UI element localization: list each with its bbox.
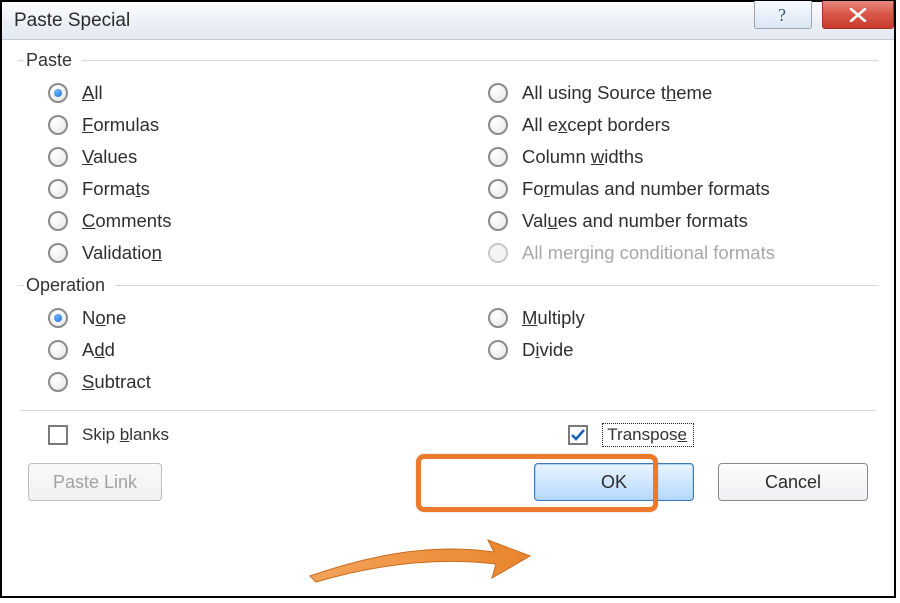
dialog-title: Paste Special (14, 10, 130, 32)
radio-label: Multiply (522, 309, 585, 328)
radio-label: Formulas (82, 116, 159, 135)
radio-icon (488, 211, 508, 231)
help-button[interactable]: ? (754, 1, 812, 29)
radio-values-numfmt[interactable]: Values and number formats (458, 205, 878, 237)
radio-icon (488, 179, 508, 199)
paste-legend: Paste (24, 50, 82, 71)
radio-label: Add (82, 341, 115, 360)
radio-label: Values and number formats (522, 212, 748, 231)
radio-label: All merging conditional formats (522, 244, 775, 263)
radio-icon (488, 243, 508, 263)
cancel-button[interactable]: Cancel (718, 463, 868, 501)
paste-group: Paste All Formulas Values Formats Comments Va… (18, 50, 878, 273)
radio-label: Column widths (522, 148, 643, 167)
radio-icon (488, 147, 508, 167)
radio-subtract[interactable]: Subtract (18, 366, 438, 398)
radio-except-borders[interactable]: All except borders (458, 109, 878, 141)
radio-label: Values (82, 148, 137, 167)
close-button[interactable] (822, 1, 894, 29)
radio-icon (488, 83, 508, 103)
transpose-checkbox[interactable]: Transpose (568, 423, 694, 447)
radio-formats[interactable]: Formats (18, 173, 438, 205)
operation-group: Operation None Add Subtract Multiply Divide (18, 275, 878, 402)
radio-icon (48, 243, 68, 263)
radio-label: All (82, 84, 103, 103)
annotation-arrow-icon (302, 534, 532, 586)
titlebar: Paste Special ? (2, 2, 894, 40)
radio-label: Validation (82, 244, 162, 263)
radio-add[interactable]: Add (18, 334, 438, 366)
radio-label: None (82, 309, 126, 328)
ok-button[interactable]: OK (534, 463, 694, 501)
radio-icon (48, 308, 68, 328)
radio-icon (48, 211, 68, 231)
operation-legend: Operation (24, 275, 115, 296)
radio-formulas[interactable]: Formulas (18, 109, 438, 141)
radio-label: Divide (522, 341, 573, 360)
radio-label: Comments (82, 212, 171, 231)
radio-label: All except borders (522, 116, 670, 135)
radio-source-theme[interactable]: All using Source theme (458, 77, 878, 109)
radio-comments[interactable]: Comments (18, 205, 438, 237)
radio-validation[interactable]: Validation (18, 237, 438, 269)
radio-formulas-numfmt[interactable]: Formulas and number formats (458, 173, 878, 205)
radio-icon (488, 115, 508, 135)
radio-icon (48, 340, 68, 360)
radio-none[interactable]: None (18, 302, 438, 334)
radio-label: Formats (82, 180, 150, 199)
radio-icon (48, 179, 68, 199)
radio-label: Formulas and number formats (522, 180, 770, 199)
radio-icon (48, 372, 68, 392)
paste-link-button: Paste Link (28, 463, 162, 501)
transpose-label: Transpose (602, 423, 694, 447)
checkbox-icon (48, 425, 68, 445)
radio-label: Subtract (82, 373, 151, 392)
radio-icon (48, 147, 68, 167)
checkbox-icon (568, 425, 588, 445)
skip-blanks-label: Skip blanks (82, 425, 169, 445)
paste-special-dialog: Paste Special ? Paste All Formulas Values F… (0, 0, 896, 598)
radio-multiply[interactable]: Multiply (458, 302, 878, 334)
radio-all[interactable]: All (18, 77, 438, 109)
radio-divide[interactable]: Divide (458, 334, 878, 366)
radio-column-widths[interactable]: Column widths (458, 141, 878, 173)
radio-label: All using Source theme (522, 84, 712, 103)
svg-text:?: ? (778, 5, 786, 25)
radio-merge-condfmt: All merging conditional formats (458, 237, 878, 269)
radio-icon (488, 340, 508, 360)
skip-blanks-checkbox[interactable]: Skip blanks (48, 425, 169, 445)
radio-icon (488, 308, 508, 328)
radio-icon (48, 83, 68, 103)
radio-values[interactable]: Values (18, 141, 438, 173)
radio-icon (48, 115, 68, 135)
